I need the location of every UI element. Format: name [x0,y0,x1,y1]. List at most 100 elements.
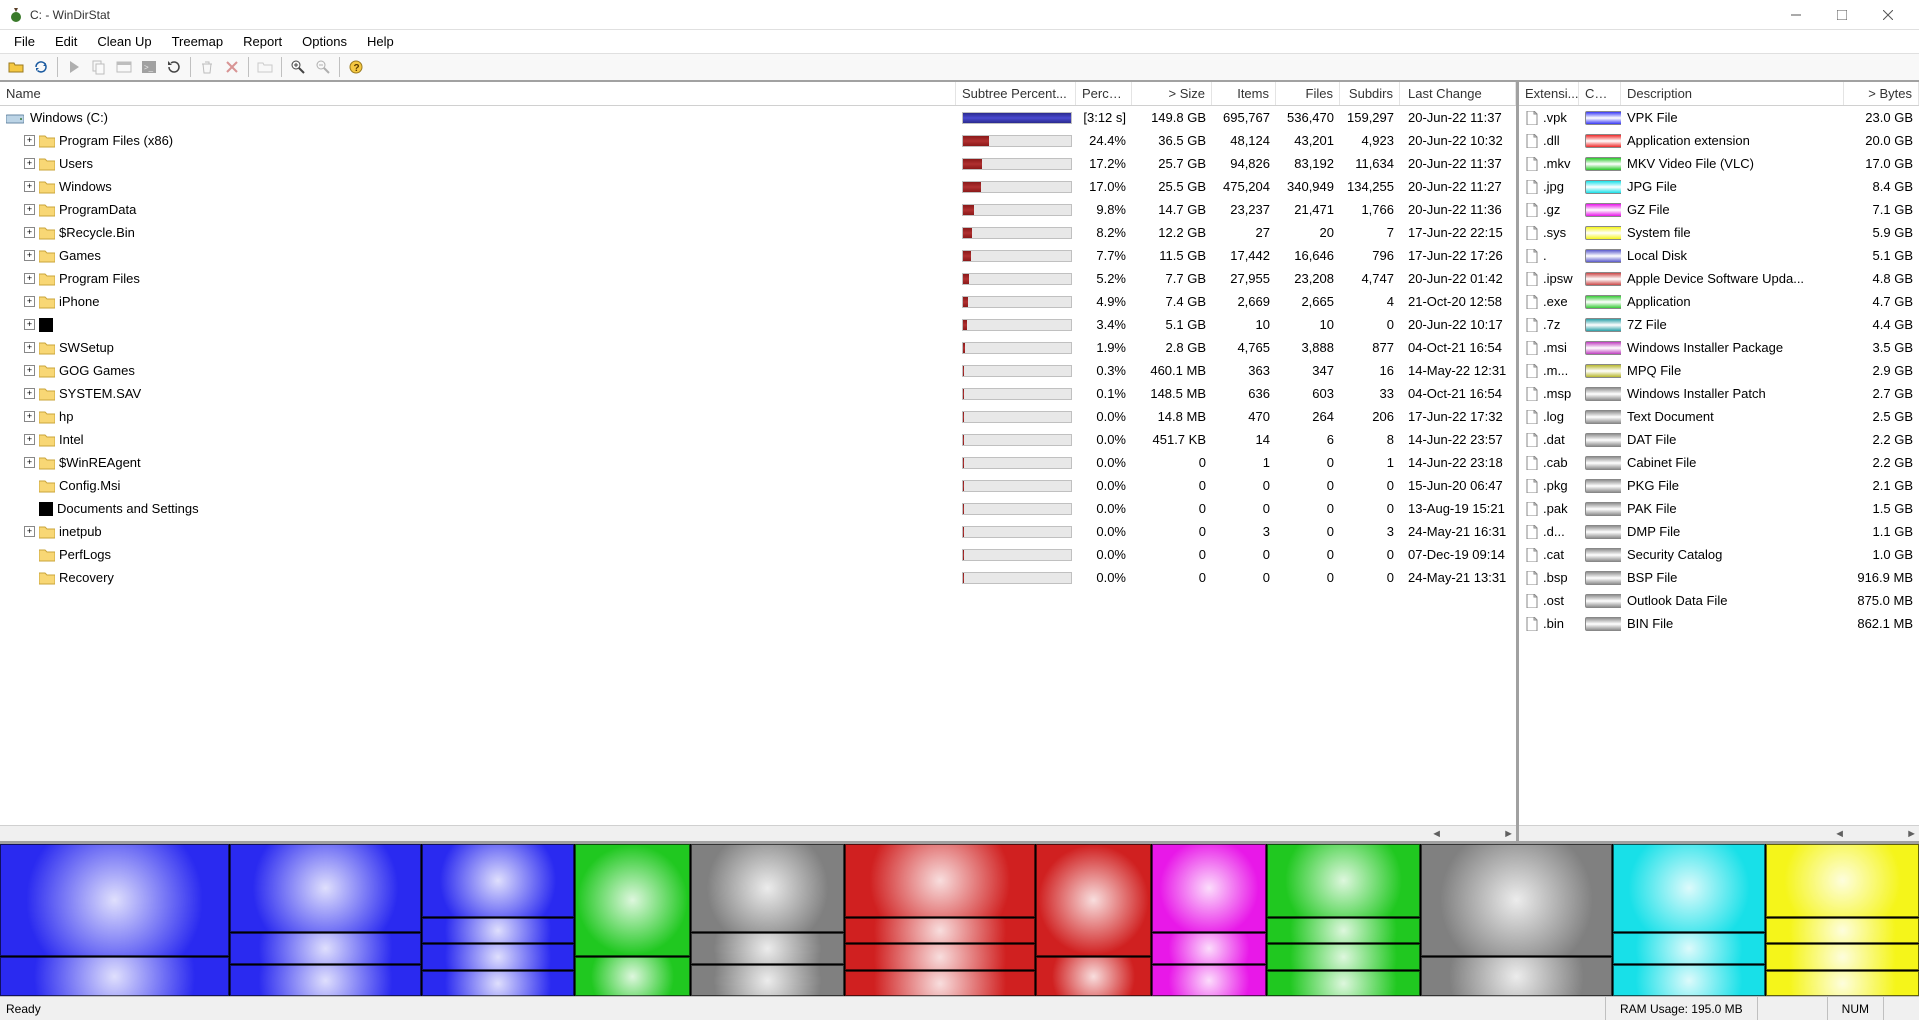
ext-row[interactable]: .sysSystem file5.9 GB [1519,221,1919,244]
expand-icon[interactable]: + [24,135,35,146]
tree-row[interactable]: +iPhone4.9%7.4 GB2,6692,665421-Oct-20 12… [0,290,1516,313]
menu-report[interactable]: Report [233,32,292,51]
ext-row[interactable]: .pakPAK File1.5 GB [1519,497,1919,520]
expand-icon[interactable]: + [24,158,35,169]
refresh-selected-button[interactable] [162,55,186,79]
ext-label: .mkv [1543,156,1570,171]
expand-icon[interactable]: + [24,227,35,238]
copy-button[interactable] [87,55,111,79]
col-size[interactable]: > Size [1132,82,1212,105]
col-lastchange[interactable]: Last Change [1400,82,1516,105]
expand-icon[interactable]: + [24,342,35,353]
expand-icon[interactable]: + [24,273,35,284]
expand-icon[interactable]: + [24,434,35,445]
tree-row[interactable]: +inetpub0.0%030324-May-21 16:31 [0,520,1516,543]
ext-bytes: 4.8 GB [1844,271,1919,286]
ext-row[interactable]: .ostOutlook Data File875.0 MB [1519,589,1919,612]
tree-row[interactable]: Config.Msi0.0%000015-Jun-20 06:47 [0,474,1516,497]
ext-row[interactable]: .catSecurity Catalog1.0 GB [1519,543,1919,566]
tree-row[interactable]: +Intel0.0%451.7 KB146814-Jun-22 23:57 [0,428,1516,451]
tree-row[interactable]: +Program Files5.2%7.7 GB27,95523,2084,74… [0,267,1516,290]
cmd-button[interactable]: >_ [137,55,161,79]
tree-row[interactable]: +Users17.2%25.7 GB94,82683,19211,63420-J… [0,152,1516,175]
close-button[interactable] [1865,0,1911,30]
ext-row[interactable]: .binBIN File862.1 MB [1519,612,1919,635]
col-files[interactable]: Files [1276,82,1340,105]
tree-row[interactable]: Documents and Settings0.0%000013-Aug-19 … [0,497,1516,520]
col-percentage[interactable]: Perce... [1076,82,1132,105]
tree-row[interactable]: +$Recycle.Bin8.2%12.2 GB2720717-Jun-22 2… [0,221,1516,244]
ext-row[interactable]: .datDAT File2.2 GB [1519,428,1919,451]
ext-row[interactable]: .mkvMKV Video File (VLC)17.0 GB [1519,152,1919,175]
menu-edit[interactable]: Edit [45,32,87,51]
hscroll-left[interactable]: ◄ ► [0,825,1516,841]
treemap-view[interactable] [0,841,1919,996]
expand-icon[interactable]: + [24,388,35,399]
show-folder-button[interactable] [253,55,277,79]
tree-row[interactable]: +Program Files (x86)24.4%36.5 GB48,12443… [0,129,1516,152]
expand-icon[interactable]: + [24,319,35,330]
menu-treemap[interactable]: Treemap [162,32,234,51]
col-color[interactable]: Col... [1579,82,1621,105]
ext-row[interactable]: .vpkVPK File23.0 GB [1519,106,1919,129]
tree-row[interactable]: +Games7.7%11.5 GB17,44216,64679617-Jun-2… [0,244,1516,267]
col-description[interactable]: Description [1621,82,1844,105]
expand-icon[interactable]: + [24,181,35,192]
expand-icon[interactable]: + [24,457,35,468]
ext-row[interactable]: .jpgJPG File8.4 GB [1519,175,1919,198]
tree-row[interactable]: +GOG Games0.3%460.1 MB3633471614-May-22 … [0,359,1516,382]
ext-row[interactable]: .ipswApple Device Software Upda...4.8 GB [1519,267,1919,290]
expand-icon[interactable]: + [24,204,35,215]
ext-row[interactable]: .gzGZ File7.1 GB [1519,198,1919,221]
refresh-all-button[interactable] [29,55,53,79]
col-bytes[interactable]: > Bytes [1844,82,1919,105]
tree-row[interactable]: PerfLogs0.0%000007-Dec-19 09:14 [0,543,1516,566]
menu-help[interactable]: Help [357,32,404,51]
ext-row[interactable]: .m...MPQ File2.9 GB [1519,359,1919,382]
col-name[interactable]: Name [0,82,956,105]
tree-row[interactable]: +$WinREAgent0.0%010114-Jun-22 23:18 [0,451,1516,474]
help-button[interactable]: ? [344,55,368,79]
zoom-in-button[interactable] [286,55,310,79]
maximize-button[interactable] [1819,0,1865,30]
tree-row[interactable]: +SWSetup1.9%2.8 GB4,7653,88887704-Oct-21… [0,336,1516,359]
ext-row[interactable]: .d...DMP File1.1 GB [1519,520,1919,543]
explorer-button[interactable] [112,55,136,79]
tree-row-root[interactable]: Windows (C:)[3:12 s]149.8 GB695,767536,4… [0,106,1516,129]
tree-row[interactable]: +SYSTEM.SAV0.1%148.5 MB6366033304-Oct-21… [0,382,1516,405]
expand-icon[interactable]: + [24,526,35,537]
ext-row[interactable]: .logText Document2.5 GB [1519,405,1919,428]
ext-row[interactable]: .cabCabinet File2.2 GB [1519,451,1919,474]
menu-file[interactable]: File [4,32,45,51]
zoom-out-button[interactable] [311,55,335,79]
play-button[interactable] [62,55,86,79]
expand-icon[interactable]: + [24,296,35,307]
col-subtree[interactable]: Subtree Percent... [956,82,1076,105]
col-items[interactable]: Items [1212,82,1276,105]
tree-row[interactable]: +ProgramData9.8%14.7 GB23,23721,4711,766… [0,198,1516,221]
minimize-button[interactable] [1773,0,1819,30]
tree-row[interactable]: +Windows17.0%25.5 GB475,204340,949134,25… [0,175,1516,198]
ext-row[interactable]: .7z7Z File4.4 GB [1519,313,1919,336]
tree-row[interactable]: +3.4%5.1 GB1010020-Jun-22 10:17 [0,313,1516,336]
expand-icon[interactable]: + [24,411,35,422]
ext-row[interactable]: .dllApplication extension20.0 GB [1519,129,1919,152]
ext-row[interactable]: .mspWindows Installer Patch2.7 GB [1519,382,1919,405]
delete-button[interactable] [220,55,244,79]
menu-options[interactable]: Options [292,32,357,51]
tree-row[interactable]: +hp0.0%14.8 MB47026420617-Jun-22 17:32 [0,405,1516,428]
hscroll-right[interactable]: ◄ ► [1519,825,1919,841]
col-extension[interactable]: Extensi... [1519,82,1579,105]
ext-row[interactable]: .bspBSP File916.9 MB [1519,566,1919,589]
ext-row[interactable]: .exeApplication4.7 GB [1519,290,1919,313]
col-subdirs[interactable]: Subdirs [1340,82,1400,105]
tree-row[interactable]: Recovery0.0%000024-May-21 13:31 [0,566,1516,589]
ext-row[interactable]: .pkgPKG File2.1 GB [1519,474,1919,497]
ext-row[interactable]: .Local Disk5.1 GB [1519,244,1919,267]
open-button[interactable] [4,55,28,79]
menu-clean-up[interactable]: Clean Up [87,32,161,51]
expand-icon[interactable]: + [24,365,35,376]
delete-recycle-button[interactable] [195,55,219,79]
expand-icon[interactable]: + [24,250,35,261]
ext-row[interactable]: .msiWindows Installer Package3.5 GB [1519,336,1919,359]
